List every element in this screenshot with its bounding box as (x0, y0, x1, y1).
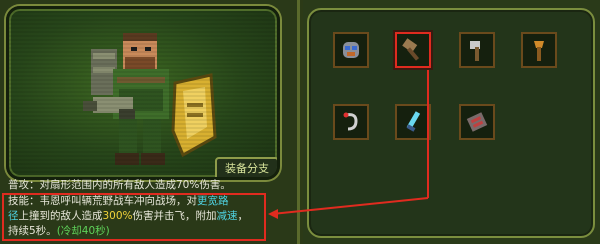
pointer-arrow (268, 70, 429, 219)
